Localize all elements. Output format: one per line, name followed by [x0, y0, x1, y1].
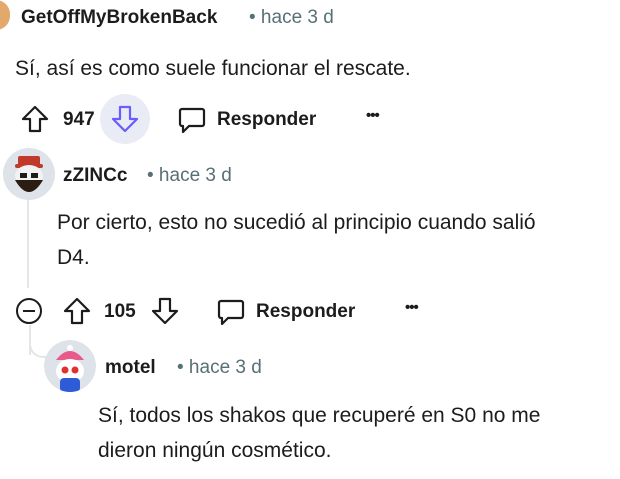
minus-circle-icon [16, 298, 42, 324]
reply-label: Responder [217, 109, 317, 130]
avatar[interactable] [3, 148, 55, 200]
comment-bubble-icon [178, 107, 206, 134]
reply-label: Responder [256, 301, 356, 322]
thread-line[interactable] [27, 200, 29, 288]
top-avatar-partial[interactable] [0, 0, 10, 30]
reply-button[interactable]: Responder [216, 297, 355, 327]
more-options-button[interactable]: ••• [405, 299, 419, 316]
vote-count: 947 [63, 109, 95, 130]
comment-author[interactable]: zZINCc [63, 165, 127, 187]
upvote-button[interactable] [62, 296, 92, 326]
thread-connector [29, 332, 47, 358]
comment-body-line: D4. [57, 246, 90, 269]
comment-author[interactable]: GetOffMyBrokenBack [21, 7, 217, 29]
collapse-thread-button[interactable] [15, 297, 43, 325]
reply-button[interactable]: Responder [177, 105, 316, 135]
comment-body: Sí, todos los shakos que recuperé en S0 … [98, 398, 540, 468]
avatar[interactable] [44, 340, 96, 392]
upvote-arrow-icon [21, 105, 49, 133]
snoo-avatar-icon [44, 340, 96, 392]
vote-count: 105 [104, 301, 136, 322]
comment-bubble-icon [217, 299, 245, 326]
comment-body: Sí, así es como suele funcionar el resca… [15, 57, 411, 80]
comment-body-line: Por cierto, esto no sucedió al principio… [57, 211, 536, 234]
upvote-arrow-icon [63, 297, 91, 325]
comment-timestamp[interactable]: • hace 3 d [147, 165, 232, 187]
comment-body: Por cierto, esto no sucedió al principio… [57, 205, 536, 275]
more-options-button[interactable]: ••• [366, 107, 380, 124]
comment-body-line: Sí, todos los shakos que recuperé en S0 … [98, 404, 541, 427]
downvote-arrow-icon [111, 105, 139, 133]
upvote-button[interactable] [20, 104, 50, 134]
downvote-button[interactable] [150, 296, 180, 326]
snoo-avatar-icon [3, 148, 55, 200]
downvote-arrow-icon [151, 297, 179, 325]
downvote-button[interactable] [100, 94, 150, 144]
comment-author[interactable]: motel [105, 357, 156, 379]
comment-body-line: dieron ningún cosmético. [98, 439, 332, 462]
comment-timestamp[interactable]: • hace 3 d [249, 7, 334, 29]
comment-timestamp[interactable]: • hace 3 d [177, 357, 262, 379]
